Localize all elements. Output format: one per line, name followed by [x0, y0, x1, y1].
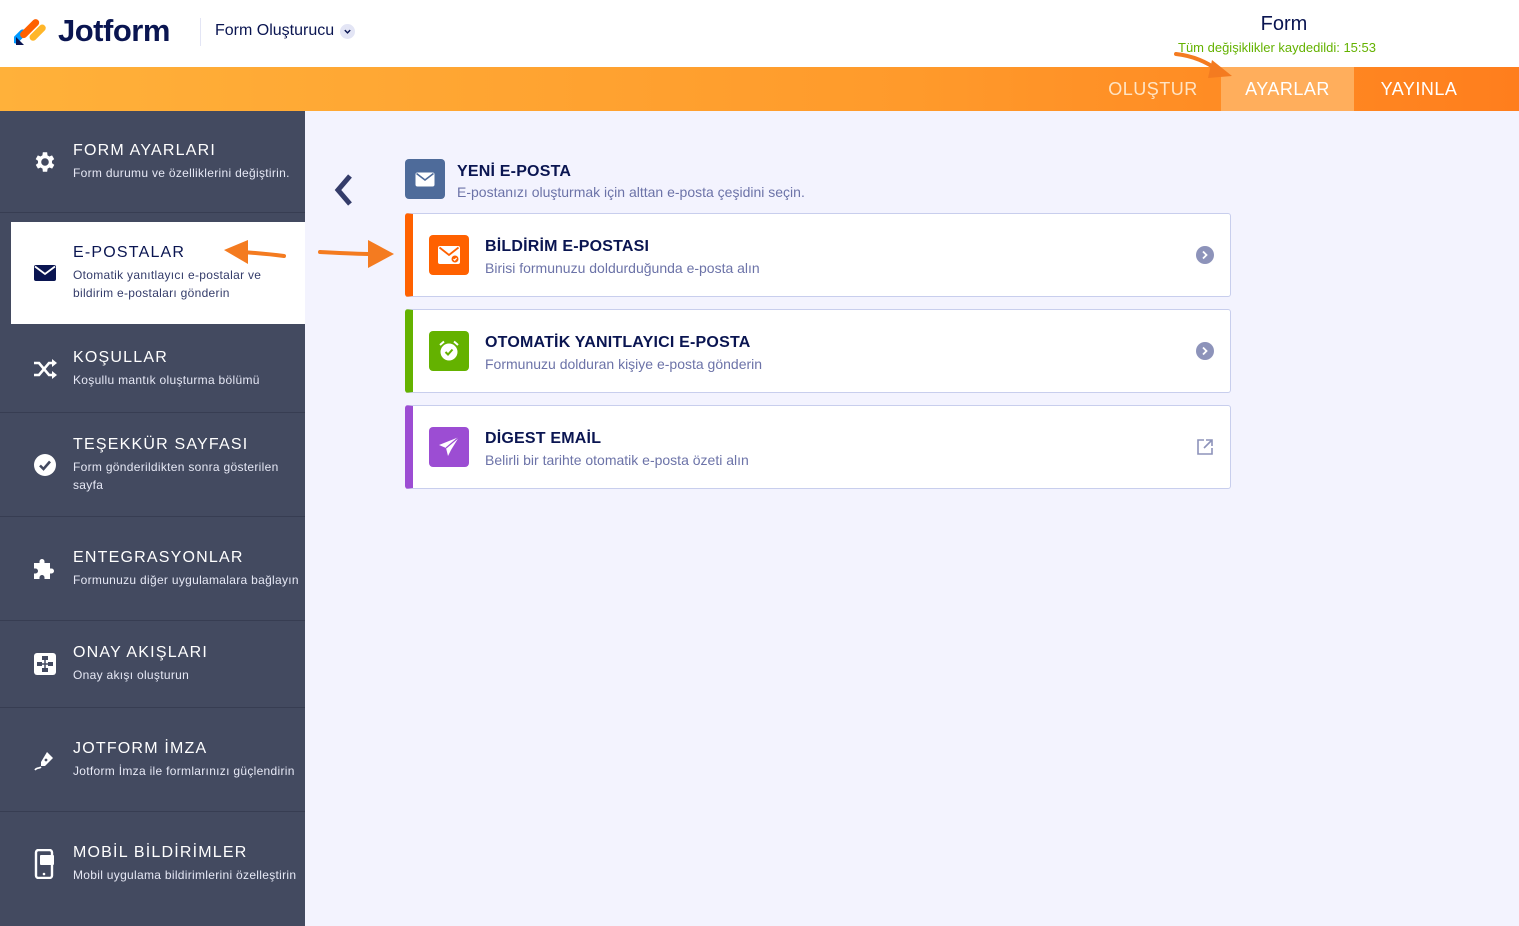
external-link-icon[interactable] — [1196, 438, 1214, 456]
sidebar-item-subtitle: Otomatik yanıtlayıcı e-postalar ve bildi… — [73, 268, 262, 300]
chevron-down-icon — [340, 23, 356, 39]
form-builder-dropdown[interactable]: Form Oluşturucu — [215, 22, 356, 40]
sidebar-item-subtitle: Onay akışı oluşturun — [73, 668, 190, 682]
new-email-subtitle: E-postanızı oluşturmak için alttan e-pos… — [457, 184, 805, 200]
tab-yayinla[interactable]: YAYINLA — [1354, 67, 1484, 111]
sidebar-item-title: MOBİL BİLDİRİMLER — [73, 844, 248, 861]
sidebar-item-subtitle: Mobil uygulama bildirimlerini özelleştir… — [73, 868, 297, 882]
logo-text: Jotform — [58, 13, 170, 48]
main-nav-bar: OLUŞTUR AYARLAR YAYINLA — [0, 67, 1519, 111]
header-divider — [200, 18, 201, 46]
sidebar-item-form-settings[interactable]: FORM AYARLARI Form durumu ve özellikleri… — [0, 111, 305, 213]
envelope-icon — [405, 159, 445, 199]
sidebar-item-conditions[interactable]: KOŞULLAR Koşullu mantık oluşturma bölümü — [0, 325, 305, 413]
card-title: OTOMATİK YANITLAYICI E-POSTA — [485, 334, 751, 351]
notification-email-card[interactable]: BİLDİRİM E-POSTASI Birisi formunuzu dold… — [405, 213, 1231, 297]
paper-plane-icon — [429, 427, 469, 467]
digest-email-card[interactable]: DİGEST EMAİL Belirli bir tarihte otomati… — [405, 405, 1231, 489]
check-circle-icon — [32, 452, 58, 478]
sidebar-item-subtitle: Jotform İmza ile formlarınızı güçlendiri… — [73, 763, 295, 778]
settings-sidebar: FORM AYARLARI Form durumu ve özellikleri… — [0, 111, 305, 926]
sidebar-item-integrations[interactable]: ENTEGRASYONLAR Formunuzu diğer uygulamal… — [0, 517, 305, 621]
sidebar-item-approval-flows[interactable]: ONAY AKIŞLARI Onay akışı oluşturun — [0, 621, 305, 708]
gear-icon — [32, 149, 58, 175]
mobile-icon — [32, 849, 58, 879]
card-title: DİGEST EMAİL — [485, 430, 602, 447]
sidebar-item-title: JOTFORM İMZA — [73, 739, 208, 757]
card-subtitle: Birisi formunuzu doldurduğunda e-posta a… — [485, 260, 760, 276]
chevron-right-icon[interactable] — [1196, 246, 1214, 264]
envelope-icon — [32, 260, 58, 286]
annotation-arrow-icon — [318, 240, 394, 268]
sidebar-item-subtitle: Form gönderildikten sonra gösterilen say… — [73, 459, 279, 492]
chevron-right-icon[interactable] — [1196, 342, 1214, 360]
sidebar-item-title: KOŞULLAR — [73, 348, 168, 366]
new-email-title: YENİ E-POSTA — [457, 163, 572, 180]
sidebar-item-thank-you-page[interactable]: TEŞEKKÜR SAYFASI Form gönderildikten son… — [0, 413, 305, 517]
shuffle-icon — [32, 356, 58, 382]
sidebar-item-jotform-sign[interactable]: JOTFORM İMZA Jotform İmza ile formlarını… — [0, 708, 305, 812]
annotation-arrow-icon — [224, 240, 286, 264]
alarm-clock-icon — [429, 331, 469, 371]
top-header: Jotform Form Oluşturucu Form Tüm değişik… — [0, 0, 1519, 67]
autoresponder-email-card[interactable]: OTOMATİK YANITLAYICI E-POSTA Formunuzu d… — [405, 309, 1231, 393]
flow-icon — [32, 651, 58, 677]
form-title[interactable]: Form — [1230, 13, 1338, 36]
card-title: BİLDİRİM E-POSTASI — [485, 238, 650, 255]
new-email-header: YENİ E-POSTA E-postanızı oluşturmak için… — [405, 159, 805, 200]
pen-icon — [32, 747, 58, 773]
annotation-arrow-icon — [1174, 52, 1232, 78]
puzzle-icon — [32, 556, 58, 582]
card-subtitle: Belirli bir tarihte otomatik e-posta öze… — [485, 452, 749, 468]
sidebar-item-title: TEŞEKKÜR SAYFASI — [73, 435, 249, 453]
jotform-logo[interactable]: Jotform — [12, 13, 170, 49]
sidebar-item-title: ONAY AKIŞLARI — [73, 644, 209, 661]
sidebar-item-subtitle: Formunuzu diğer uygulamalara bağlayın — [73, 572, 299, 587]
sidebar-item-subtitle: Koşullu mantık oluşturma bölümü — [73, 372, 260, 387]
sidebar-item-subtitle: Form durumu ve özelliklerini değiştirin. — [73, 165, 290, 180]
back-chevron-icon[interactable] — [330, 172, 358, 208]
sidebar-item-title: ENTEGRASYONLAR — [73, 548, 244, 566]
form-builder-label: Form Oluşturucu — [215, 22, 335, 39]
sidebar-item-title: FORM AYARLARI — [73, 141, 217, 159]
jotform-logo-icon — [12, 15, 46, 47]
notification-mail-icon — [429, 235, 469, 275]
card-subtitle: Formunuzu dolduran kişiye e-posta gönder… — [485, 356, 763, 372]
sidebar-item-mobile-notifications[interactable]: MOBİL BİLDİRİMLER Mobil uygulama bildiri… — [0, 812, 305, 916]
tab-ayarlar[interactable]: AYARLAR — [1221, 67, 1354, 111]
